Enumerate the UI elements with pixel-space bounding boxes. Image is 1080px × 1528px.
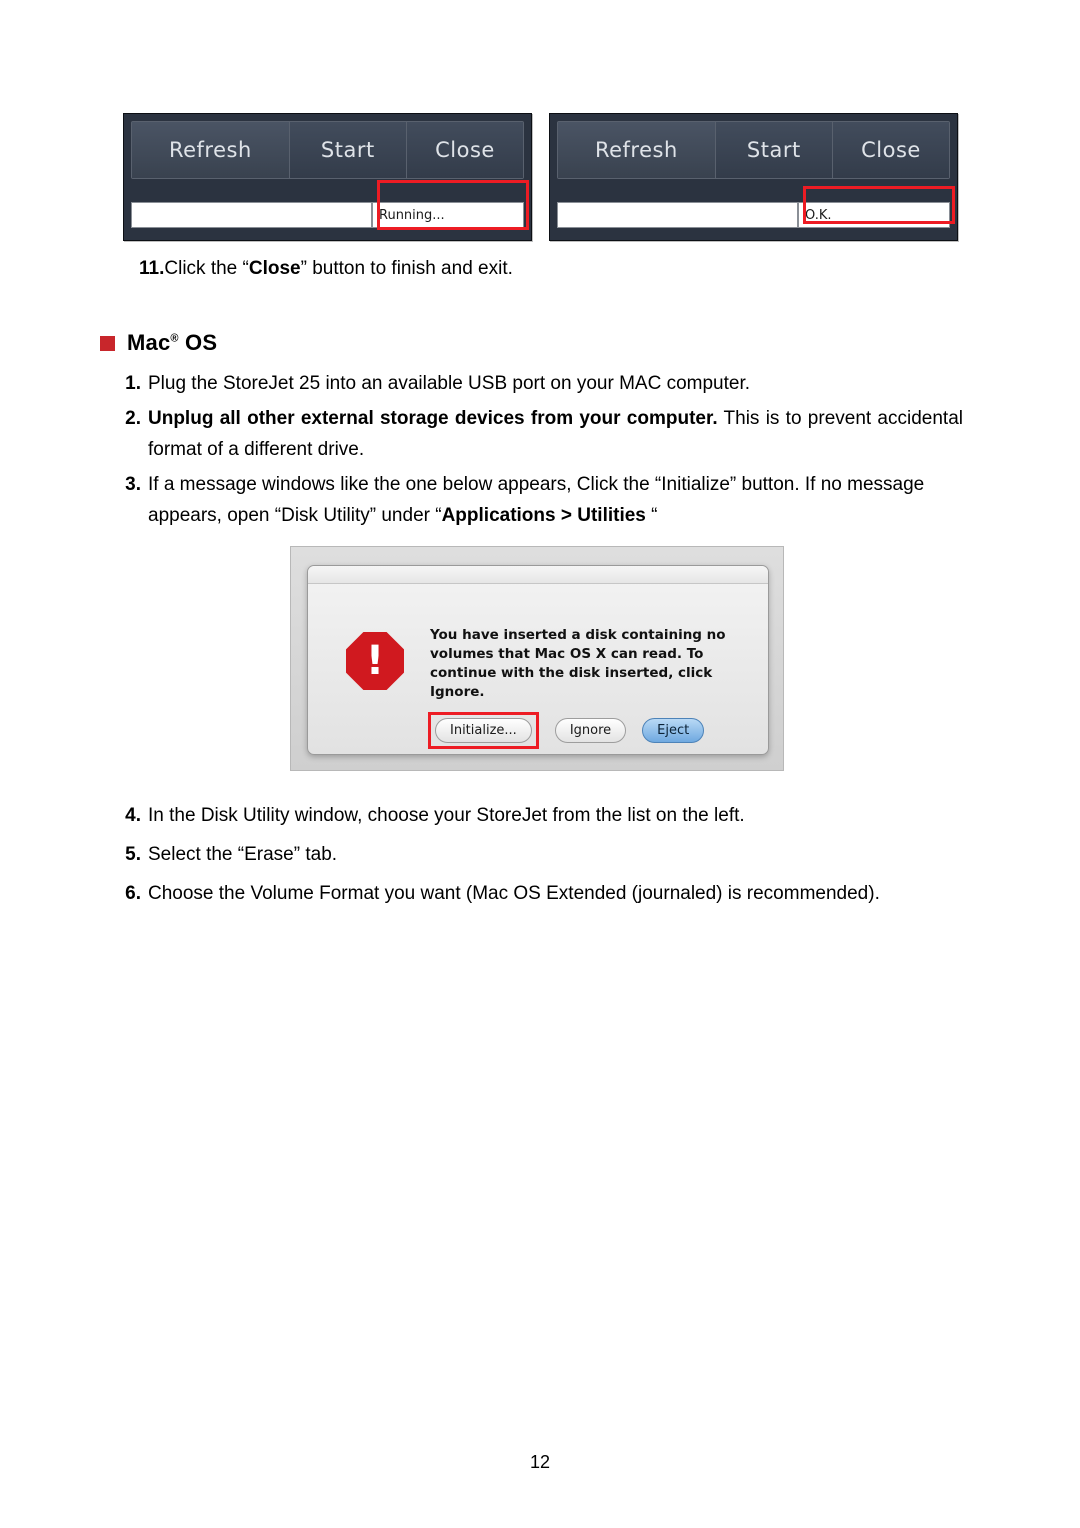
step-text: In the Disk Utility window, choose your …: [148, 805, 745, 826]
list-item: 4. In the Disk Utility window, choose yo…: [118, 798, 963, 833]
dialog-button-row: Initialize... Ignore Eject: [428, 712, 758, 749]
step-text-c: “: [645, 505, 658, 526]
mac-dialog-screenshot: ! You have inserted a disk containing no…: [290, 546, 784, 771]
mac-steps-list: 1. Plug the StoreJet 25 into an availabl…: [118, 368, 963, 535]
list-item: 5. Select the “Erase” tab.: [118, 837, 963, 872]
refresh-button[interactable]: Refresh: [132, 122, 290, 178]
mac-title-rest: OS: [185, 330, 218, 355]
dialog-body: ! You have inserted a disk containing no…: [308, 584, 768, 749]
refresh-button[interactable]: Refresh: [558, 122, 716, 178]
step-11: 11.Click the “Close” button to finish an…: [139, 256, 513, 282]
square-bullet-icon: [100, 335, 115, 351]
start-button[interactable]: Start: [715, 122, 833, 178]
step-11-bold: Close: [248, 258, 301, 279]
step-number: 2.: [125, 408, 141, 429]
step-number: 4.: [125, 805, 141, 826]
list-item: 1. Plug the StoreJet 25 into an availabl…: [118, 368, 963, 399]
start-button[interactable]: Start: [289, 122, 407, 178]
document-page: Refresh Start Close Running... Refresh S…: [0, 0, 1080, 1528]
step-text-bold: Applications > Utilities: [441, 505, 646, 526]
screenshot-pair: Refresh Start Close Running... Refresh S…: [123, 113, 958, 241]
eject-button[interactable]: Eject: [642, 718, 705, 743]
step-text: Select the “Erase” tab.: [148, 844, 338, 865]
mac-os-heading: Mac® OS: [100, 330, 217, 356]
list-item: 3. If a message windows like the one bel…: [118, 469, 963, 531]
status-value: O.K.: [798, 202, 950, 228]
list-item: 2. Unplug all other external storage dev…: [118, 403, 963, 465]
status-bar: Running...: [131, 202, 524, 228]
status-bar: O.K.: [557, 202, 950, 228]
step-text: Plug the StoreJet 25 into an available U…: [148, 373, 750, 394]
step-number: 1.: [125, 373, 141, 394]
dialog-titlebar: [308, 566, 768, 584]
step-text: Choose the Volume Format you want (Mac O…: [148, 883, 880, 904]
screenshot-running: Refresh Start Close Running...: [123, 113, 532, 241]
dialog-message: You have inserted a disk containing no v…: [430, 627, 726, 700]
alert-octagon-icon: !: [346, 632, 404, 690]
step-11-number: 11.: [139, 258, 165, 279]
mac-title-text: Mac: [127, 330, 171, 355]
ignore-button[interactable]: Ignore: [554, 718, 627, 743]
initialize-highlight-box: Initialize...: [428, 712, 539, 749]
step-11-post: ” button to finish and exit.: [300, 258, 513, 279]
toolbar: Refresh Start Close: [557, 121, 950, 179]
mac-os-title: Mac® OS: [127, 330, 217, 356]
close-button[interactable]: Close: [832, 122, 950, 178]
page-number: 12: [529, 1452, 551, 1472]
step-bold-lead: Unplug all other external storage device…: [148, 408, 718, 429]
progress-field: [557, 202, 798, 228]
mac-alert-dialog: ! You have inserted a disk containing no…: [307, 565, 769, 755]
registered-mark: ®: [170, 332, 179, 345]
toolbar: Refresh Start Close: [131, 121, 524, 179]
step-number: 6.: [125, 883, 141, 904]
list-item: 6. Choose the Volume Format you want (Ma…: [118, 876, 963, 911]
step-number: 3.: [125, 474, 141, 495]
close-button[interactable]: Close: [406, 122, 524, 178]
initialize-button[interactable]: Initialize...: [435, 718, 532, 743]
mac-steps-list-2: 4. In the Disk Utility window, choose yo…: [118, 798, 963, 915]
alert-symbol: !: [346, 632, 404, 690]
step-text: If a message windows like the one below …: [148, 469, 963, 531]
status-value: Running...: [372, 202, 524, 228]
step-number: 5.: [125, 844, 141, 865]
step-11-pre: Click the “: [164, 258, 249, 279]
step-text: Unplug all other external storage device…: [148, 403, 963, 465]
progress-field: [131, 202, 372, 228]
screenshot-ok: Refresh Start Close O.K.: [549, 113, 958, 241]
